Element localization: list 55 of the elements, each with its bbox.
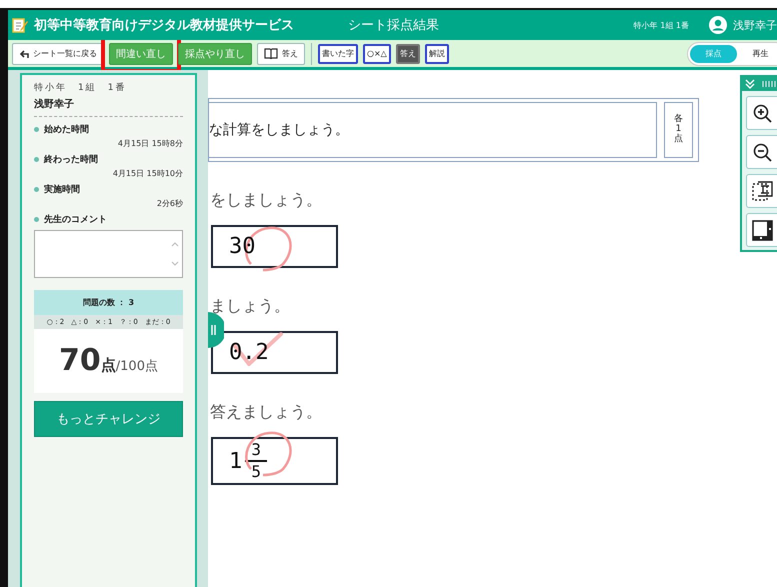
app-title: 初等中等教育向けデジタル教材提供サービス — [34, 16, 294, 34]
handwritten-answer: 0.2 — [229, 340, 269, 365]
question-text: ましょう。 — [210, 296, 291, 317]
question-text: をしましょう。 — [210, 190, 323, 211]
bullet-dot — [34, 127, 39, 132]
page-layout-icon — [752, 220, 772, 240]
points-label: 各1点 — [664, 102, 693, 158]
tool-button[interactable] — [746, 96, 777, 130]
view-toggle[interactable]: 解説 — [424, 44, 449, 64]
class-info: 特小年 1組 1番 — [634, 20, 689, 30]
handwritten-numerator: 3 — [251, 442, 262, 458]
bullet-dot — [34, 187, 39, 192]
page-title: シート採点結果 — [348, 17, 439, 34]
tool-button[interactable] — [746, 213, 777, 247]
answer-button[interactable]: 答え — [257, 42, 305, 64]
zoom-in-icon — [752, 102, 772, 124]
zoom-out-icon — [752, 142, 772, 162]
info-label: 始めた時間 — [44, 123, 89, 136]
user-name: 浅野幸子 — [733, 18, 777, 32]
bullet-dot — [34, 157, 39, 162]
scroll-arrows-icon — [171, 241, 179, 267]
tool-button[interactable] — [746, 135, 777, 169]
return-arrow-icon — [19, 48, 29, 58]
info-value: 4月15日 15時8分 — [116, 138, 183, 149]
notepad-pencil-icon — [12, 17, 28, 33]
grip-icon — [761, 80, 777, 88]
score-total: /100点 — [116, 358, 158, 375]
back-button[interactable]: シート一覧に戻る — [12, 42, 104, 64]
question-text: 答えましょう。 — [210, 402, 323, 423]
info-label: 先生のコメント — [44, 213, 107, 226]
view-toggle[interactable]: ○×△ — [363, 44, 391, 64]
info-value: 4月15日 15時10分 — [112, 168, 183, 179]
class-line: 特小年 1組 1番 — [34, 82, 128, 94]
score-value: 70 — [59, 343, 101, 378]
info-label: 終わった時間 — [44, 153, 98, 166]
view-toggle[interactable]: 答え — [396, 44, 420, 64]
comment-field[interactable] — [34, 230, 183, 278]
score-unit: 点 — [100, 356, 116, 375]
info-value: 2分6秒 — [156, 198, 183, 209]
mode-option[interactable]: 再生 — [737, 44, 777, 62]
handwritten-answer: 30 — [229, 234, 256, 259]
pause-handle-icon[interactable] — [208, 312, 224, 348]
double-chevron-icon — [745, 79, 755, 89]
question-count: 問題の数 ： 3 — [34, 290, 183, 315]
tool-button[interactable] — [746, 174, 777, 208]
handwritten-whole: 1 — [229, 448, 242, 474]
user-avatar-icon — [709, 16, 727, 34]
book-icon — [264, 48, 278, 59]
dashed-frame-icon — [752, 180, 772, 202]
bullet-dot — [34, 217, 39, 222]
view-toggle[interactable]: 書いた字 — [318, 44, 358, 64]
info-label: 実施時間 — [44, 183, 80, 196]
instruction-text: な計算をしましょう。 — [209, 102, 657, 158]
student-name: 浅野幸子 — [34, 98, 75, 111]
handwritten-denominator: 5 — [251, 464, 262, 480]
